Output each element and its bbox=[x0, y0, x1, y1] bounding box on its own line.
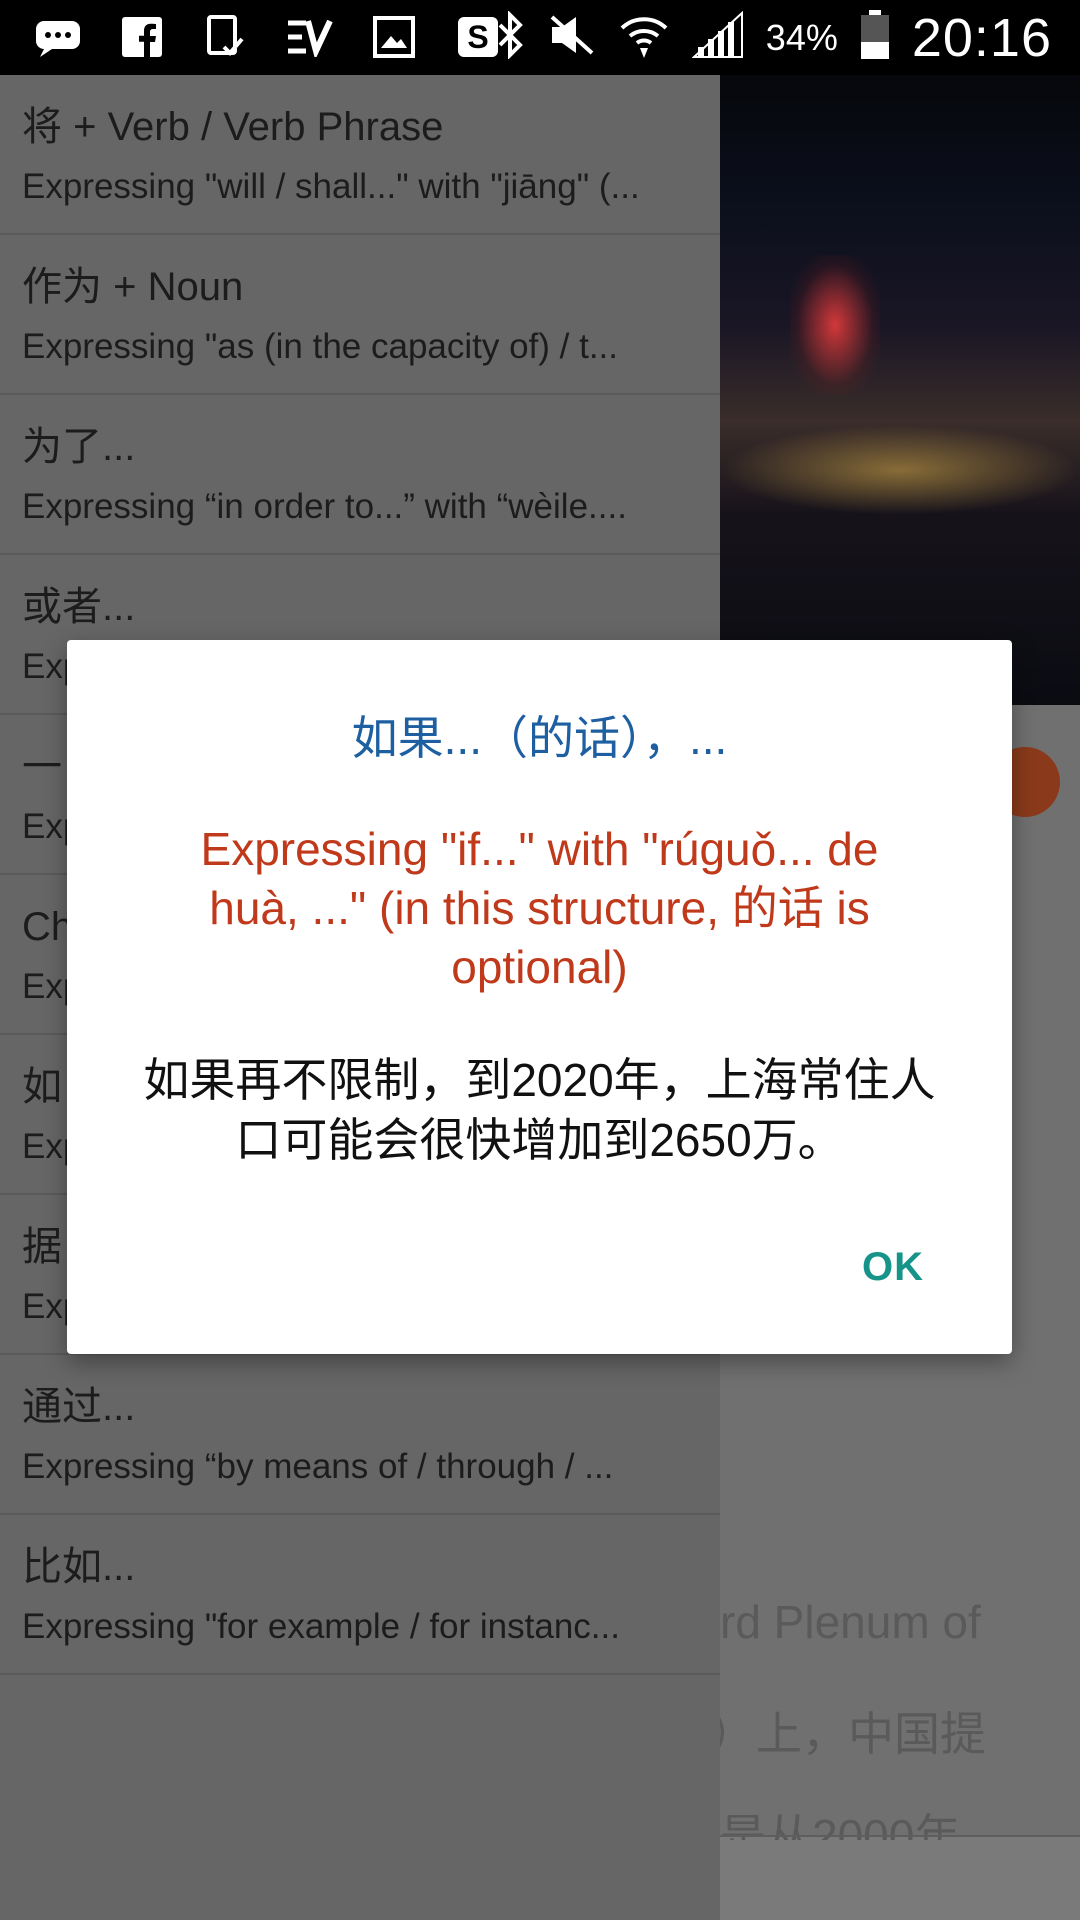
signal-icon bbox=[691, 10, 744, 64]
dialog-title: 如果...（的话），... bbox=[351, 712, 728, 764]
app-icon bbox=[286, 14, 334, 60]
battery-percent: 34% bbox=[765, 16, 838, 58]
status-bar: S 34% 20:16 bbox=[0, 0, 1080, 75]
grammar-dialog: 如果...（的话），... Expressing "if..." with "r… bbox=[67, 640, 1012, 1354]
dialog-example-sentence: 如果再不限制，到2020年，上海常住人口可能会很快增加到2650万。 bbox=[143, 1054, 936, 1166]
bluetooth-icon bbox=[496, 10, 526, 64]
wifi-icon bbox=[618, 10, 670, 65]
gallery-icon bbox=[370, 14, 418, 60]
facebook-icon bbox=[118, 14, 166, 60]
svg-text:S: S bbox=[467, 19, 488, 55]
skype-icon: S bbox=[454, 14, 502, 60]
battery-icon bbox=[860, 10, 890, 65]
ok-button[interactable]: OK bbox=[862, 1245, 924, 1290]
document-icon bbox=[202, 14, 250, 60]
dialog-description: Expressing "if..." with "rúguǒ... de huà… bbox=[200, 823, 879, 993]
system-icons: 34% 20:16 bbox=[496, 0, 1052, 75]
notification-icons: S bbox=[34, 14, 502, 60]
mute-icon bbox=[548, 13, 596, 62]
clock: 20:16 bbox=[911, 7, 1052, 68]
message-icon bbox=[34, 14, 82, 60]
